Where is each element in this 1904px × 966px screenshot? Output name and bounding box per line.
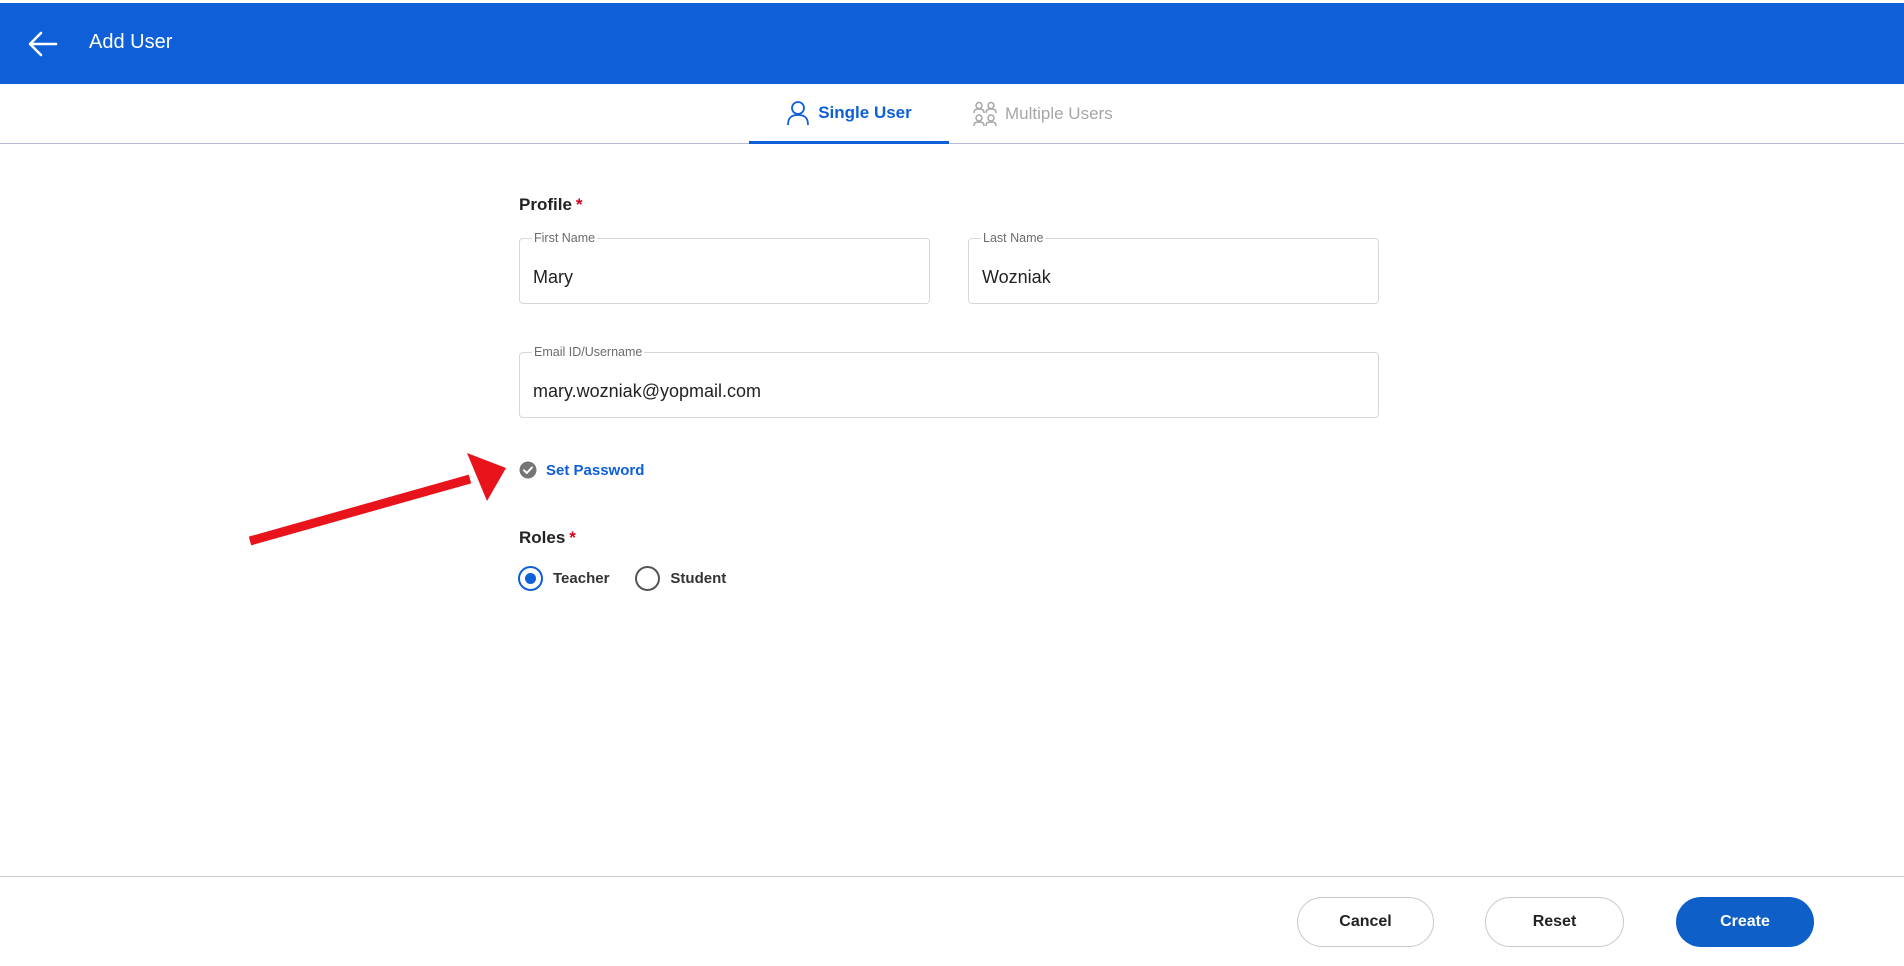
annotation-arrow-icon [248,453,506,546]
last-name-field[interactable]: Last Name [968,231,1379,304]
tabs-bar: Single User Multiple Users [0,84,1904,144]
roles-radio-group: Teacher Student [518,566,752,591]
first-name-input[interactable] [533,267,916,288]
roles-section-label: Roles * [519,528,576,548]
email-label: Email ID/Username [532,345,645,359]
tab-single-user-label: Single User [818,102,912,122]
tab-single-user[interactable]: Single User [749,84,949,144]
add-user-page: Add User Single User Multiple Users Prof… [0,0,1904,966]
first-name-field[interactable]: First Name [519,231,930,304]
required-mark: * [575,195,583,214]
footer-divider [0,876,1904,877]
back-button[interactable] [22,23,64,65]
tab-multiple-users[interactable]: Multiple Users [973,84,1143,144]
tab-multiple-users-label: Multiple Users [1005,104,1113,123]
email-field[interactable]: Email ID/Username [519,345,1379,418]
profile-section-label: Profile * [519,195,583,215]
required-mark: * [569,528,576,547]
role-student-label: Student [670,570,727,587]
create-button[interactable]: Create [1676,897,1814,947]
check-circle-icon [519,461,537,479]
role-teacher-radio[interactable]: Teacher [518,566,609,591]
role-teacher-label: Teacher [553,570,610,587]
cancel-button[interactable]: Cancel [1297,897,1434,947]
arrow-left-icon [28,31,58,57]
first-name-label: First Name [532,231,598,245]
set-password-toggle[interactable]: Set Password [519,461,644,479]
last-name-label: Last Name [981,231,1046,245]
page-title: Add User [89,31,173,53]
profile-label-text: Profile [519,195,572,214]
radio-unchecked-icon[interactable] [635,566,661,591]
user-icon [787,100,810,125]
reset-button[interactable]: Reset [1485,897,1624,947]
role-student-radio[interactable]: Student [635,566,726,591]
last-name-input[interactable] [982,267,1365,288]
set-password-link[interactable]: Set Password [546,462,644,479]
app-header: Add User [0,3,1904,84]
roles-label-text: Roles [519,528,566,547]
users-icon [973,101,997,127]
radio-checked-icon[interactable] [518,566,543,591]
email-input[interactable] [533,381,1365,402]
